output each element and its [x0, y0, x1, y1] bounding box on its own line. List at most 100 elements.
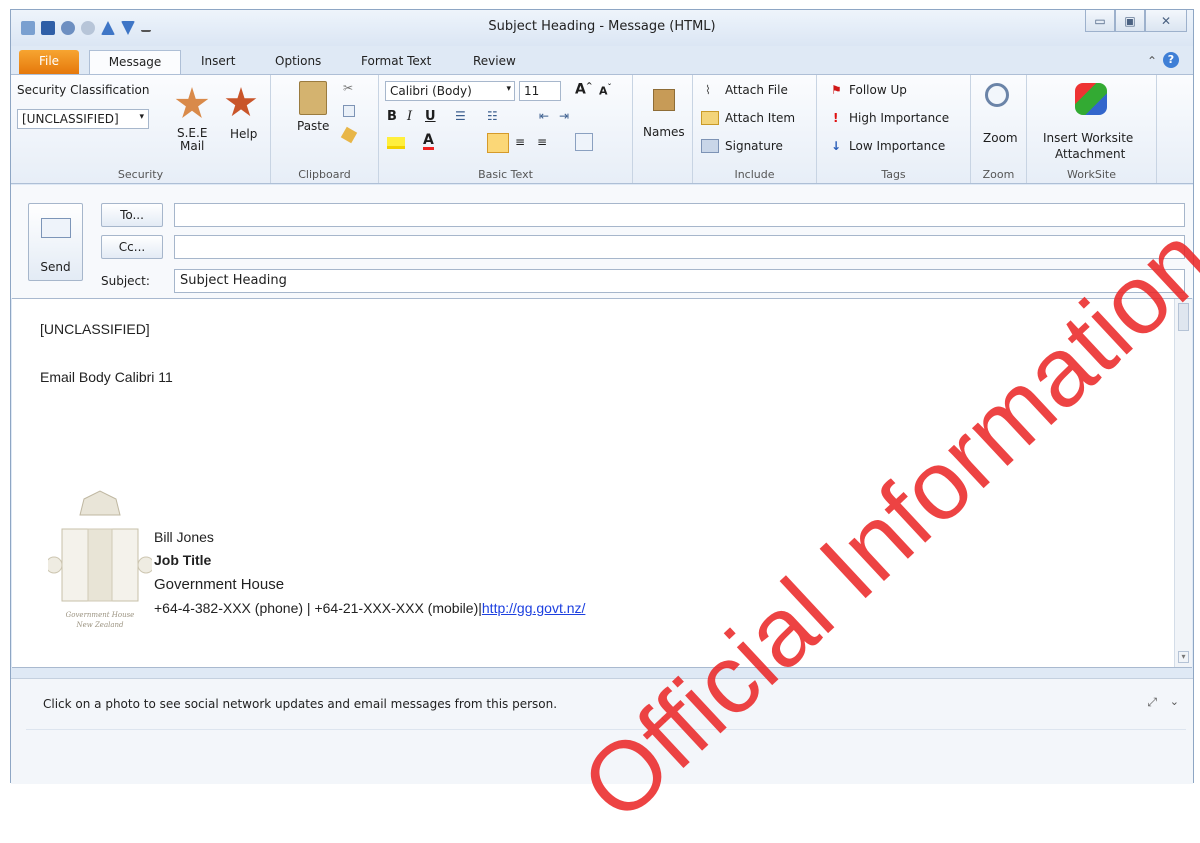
group-label-include: Include [734, 168, 775, 181]
group-worksite: Insert Worksite Attachment WorkSite [1027, 75, 1157, 183]
see-mail-icon[interactable] [175, 87, 209, 118]
signature-button[interactable]: Signature [725, 139, 783, 153]
group-zoom: Zoom Zoom [971, 75, 1027, 183]
expand-icon[interactable]: ⤢ [1147, 695, 1157, 710]
crest-caption-1: Government House [66, 611, 135, 619]
cc-button[interactable]: Cc... [101, 235, 163, 259]
chevron-down-icon: ▾ [139, 112, 144, 122]
low-importance-icon: ↓ [831, 139, 842, 153]
people-pane-divider [26, 729, 1186, 730]
align-left-icon[interactable] [487, 133, 509, 153]
tab-insert[interactable]: Insert [191, 50, 245, 74]
attachment-label[interactable]: Attachment [1055, 147, 1125, 161]
worksite-icon[interactable] [1075, 83, 1107, 115]
decrease-indent-icon[interactable]: ⇤ [539, 109, 549, 123]
names-button[interactable]: Names [643, 125, 685, 139]
font-color-icon[interactable]: A [423, 133, 434, 150]
subject-field[interactable]: Subject Heading [174, 269, 1185, 293]
grow-font-icon[interactable]: A^ [575, 81, 593, 98]
tab-options[interactable]: Options [265, 50, 331, 74]
crest-centre-band [87, 528, 113, 602]
align-center-icon[interactable]: ≡ [515, 135, 525, 149]
format-painter-icon[interactable] [340, 126, 358, 144]
underline-icon[interactable]: U [425, 109, 436, 124]
scroll-thumb[interactable] [1178, 303, 1189, 331]
group-label-basic-text: Basic Text [478, 168, 533, 181]
attach-file-button[interactable]: Attach File [725, 83, 788, 97]
group-label-worksite: WorkSite [1067, 168, 1116, 181]
tab-format-text[interactable]: Format Text [351, 50, 441, 74]
paste-icon[interactable] [299, 81, 327, 115]
outlook-message-window: Subject Heading - Message (HTML) ▭ ▣ ✕ F… [10, 9, 1194, 784]
copy-icon[interactable] [343, 105, 355, 117]
to-button[interactable]: To... [101, 203, 163, 227]
text-direction-icon[interactable] [575, 133, 593, 151]
body-classification: [UNCLASSIFIED] [40, 321, 150, 337]
signature-contact: +64-4-382-XXX (phone) | +64-21-XXX-XXX (… [154, 600, 585, 616]
low-importance-button[interactable]: Low Importance [849, 139, 945, 153]
font-size-select[interactable]: 11 [519, 81, 561, 101]
follow-up-button[interactable]: Follow Up [849, 83, 907, 97]
help-icon[interactable]: ? [1163, 50, 1179, 74]
message-body[interactable]: [UNCLASSIFIED] Email Body Calibri 11 Gov… [12, 298, 1192, 668]
send-button[interactable]: Send [28, 203, 83, 281]
font-family-select[interactable]: Calibri (Body) ▾ [385, 81, 515, 101]
security-classification-label: Security Classification [17, 83, 150, 97]
people-pane: Click on a photo to see social network u… [11, 678, 1193, 784]
signature-phone-numbers: +64-4-382-XXX (phone) | +64-21-XXX-XXX (… [154, 600, 482, 616]
signature-title: Job Title [154, 552, 212, 568]
body-text-line: Email Body Calibri 11 [40, 369, 173, 385]
group-basic-text: Calibri (Body) ▾ 11 A^ Aˇ B I U ☰ ☷ ⇤ ⇥ … [379, 75, 633, 183]
address-book-icon[interactable] [653, 89, 675, 111]
security-classification-select[interactable]: [UNCLASSIFIED] ▾ [17, 109, 149, 129]
help-button[interactable]: Help [230, 127, 257, 141]
tab-review[interactable]: Review [463, 50, 526, 74]
chevron-down-icon: ▾ [506, 84, 511, 94]
tab-file[interactable]: File [19, 50, 79, 74]
italic-icon[interactable]: I [407, 109, 412, 124]
highlight-icon[interactable] [387, 137, 405, 149]
group-names: Names [633, 75, 693, 183]
scroll-down-icon[interactable]: ▾ [1178, 651, 1189, 663]
align-right-icon[interactable]: ≡ [537, 135, 547, 149]
magnifier-icon[interactable] [985, 83, 1009, 107]
crest-caption-2: New Zealand [75, 621, 124, 629]
cut-icon[interactable]: ✂ [343, 81, 353, 95]
high-importance-icon: ! [833, 111, 839, 125]
minimize-button[interactable]: ▭ [1085, 10, 1115, 32]
send-label: Send [40, 260, 71, 274]
group-label-clipboard: Clipboard [298, 168, 351, 181]
government-house-crest: Government House New Zealand [48, 490, 152, 629]
maximize-button[interactable]: ▣ [1115, 10, 1145, 32]
body-scrollbar[interactable]: ▾ [1174, 299, 1192, 667]
crest-right-supporter [137, 556, 152, 574]
increase-indent-icon[interactable]: ⇥ [559, 109, 569, 123]
signature-organisation: Government House [154, 576, 285, 593]
attach-item-icon [701, 111, 719, 125]
ribbon-tabs: File Message Insert Options Format Text … [11, 46, 1193, 74]
signature-name: Bill Jones [154, 529, 214, 545]
chevron-down-icon[interactable]: ⌄ [1170, 695, 1179, 708]
insert-worksite-label[interactable]: Insert Worksite [1043, 131, 1133, 145]
zoom-button[interactable]: Zoom [983, 131, 1018, 145]
close-button[interactable]: ✕ [1145, 10, 1187, 32]
to-field[interactable] [174, 203, 1185, 227]
see-mail-button[interactable]: S.E.E Mail [177, 127, 207, 153]
bullets-icon[interactable]: ☰ [455, 109, 466, 123]
cc-field[interactable] [174, 235, 1185, 259]
follow-up-flag-icon: ⚑ [831, 83, 842, 97]
high-importance-button[interactable]: High Importance [849, 111, 949, 125]
attach-item-button[interactable]: Attach Item [725, 111, 795, 125]
tab-message[interactable]: Message [89, 50, 181, 74]
group-label-security: Security [117, 168, 164, 181]
numbering-icon[interactable]: ☷ [487, 109, 498, 123]
group-label-zoom: Zoom [982, 168, 1015, 181]
shrink-font-icon[interactable]: Aˇ [599, 83, 612, 98]
paperclip-icon: ⌇ [705, 83, 711, 97]
bold-icon[interactable]: B [387, 109, 397, 124]
paste-button[interactable]: Paste [297, 119, 329, 133]
group-label-tags: Tags [881, 168, 906, 181]
signature-website-link[interactable]: http://gg.govt.nz/ [482, 600, 586, 616]
help-star-icon[interactable] [225, 87, 257, 117]
signature-icon [701, 139, 719, 153]
